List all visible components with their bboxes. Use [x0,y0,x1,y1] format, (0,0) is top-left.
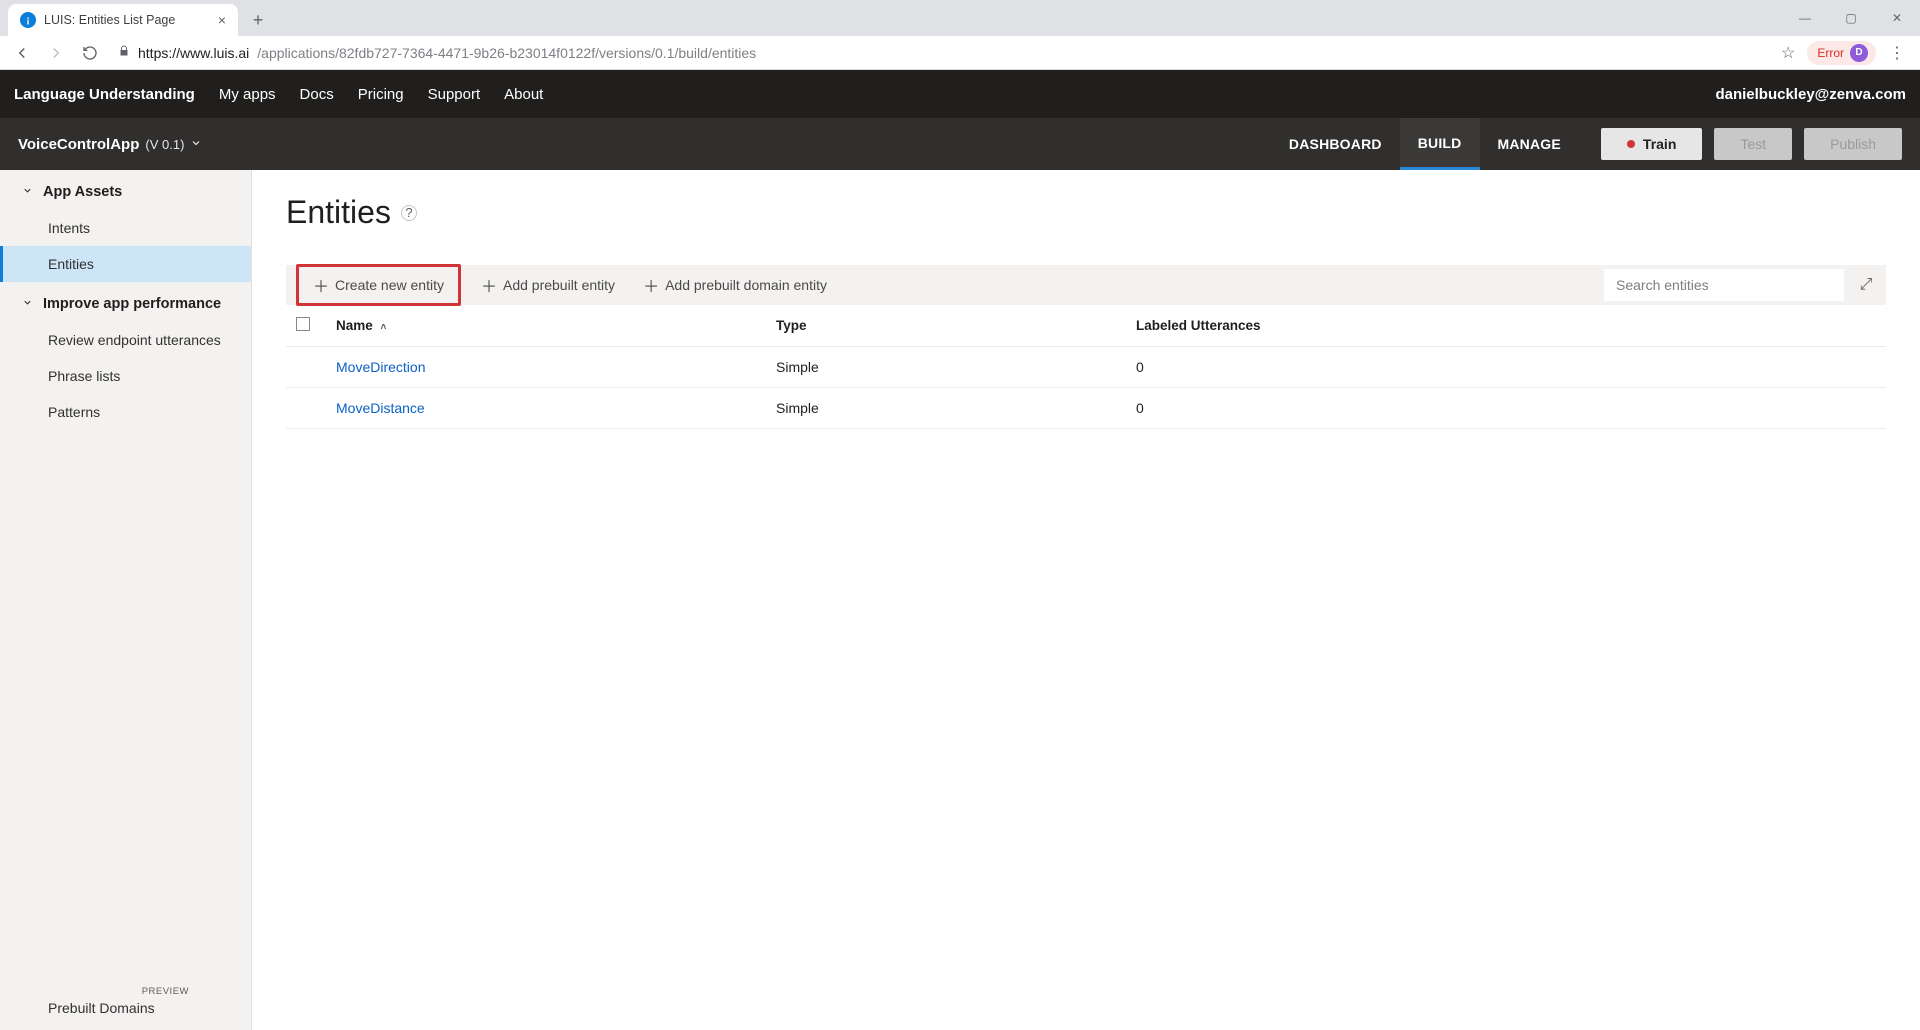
window-controls: ― ▢ ✕ [1782,0,1920,36]
nav-reload-button[interactable] [76,39,104,67]
create-new-entity-button[interactable]: ＋ Create new entity [296,264,461,306]
browser-menu-icon[interactable]: ⋮ [1882,43,1912,63]
address-bar: https://www.luis.ai/applications/82fdb72… [0,36,1920,70]
add-prebuilt-entity-button[interactable]: ＋ Add prebuilt entity [473,269,623,301]
tab-title: LUIS: Entities List Page [44,13,175,27]
sidebar-group-assets-label: App Assets [43,184,122,200]
test-label: Test [1740,136,1766,152]
bookmark-star-icon[interactable]: ☆ [1781,43,1795,63]
address-field[interactable]: https://www.luis.ai/applications/82fdb72… [110,39,1775,67]
app-name-label: VoiceControlApp [18,136,139,153]
sidebar: App Assets Intents Entities Improve app … [0,170,252,1030]
tab-close-icon[interactable]: × [218,12,226,28]
page-title: Entities ? [286,194,1886,231]
column-type-label: Type [776,318,807,333]
add-prebuilt-domain-entity-button[interactable]: ＋ Add prebuilt domain entity [635,269,835,301]
main: App Assets Intents Entities Improve app … [0,170,1920,1030]
column-header-labeled[interactable]: Labeled Utterances [1126,305,1886,347]
topnav-link-support[interactable]: Support [428,86,481,103]
chevron-down-icon [22,297,33,311]
sidebar-item-prebuilt-domains[interactable]: PREVIEW Prebuilt Domains [0,994,251,1030]
user-email[interactable]: danielbuckley@zenva.com [1715,86,1906,103]
sidebar-item-intents[interactable]: Intents [0,210,251,246]
entity-type-cell: Simple [766,347,1126,388]
sidebar-item-patterns[interactable]: Patterns [0,394,251,430]
preview-badge: PREVIEW [142,986,189,997]
toolbar-expand-icon[interactable]: ⤢ [1856,276,1876,294]
train-label: Train [1643,136,1676,152]
url-path: /applications/82fdb727-7364-4471-9b26-b2… [257,45,756,61]
publish-button[interactable]: Publish [1804,128,1902,160]
prebuilt-domains-label: Prebuilt Domains [48,1000,155,1016]
search-entities-input[interactable] [1604,269,1844,301]
nav-forward-button[interactable] [42,39,70,67]
sidebar-group-improve-label: Improve app performance [43,296,221,312]
chevron-down-icon [22,185,33,199]
help-icon[interactable]: ? [401,205,417,221]
table-row[interactable]: MoveDirection Simple 0 [286,347,1886,388]
topnav-link-about[interactable]: About [504,86,543,103]
sidebar-item-phraselists[interactable]: Phrase lists [0,358,251,394]
chevron-down-icon [190,136,202,153]
tab-manage[interactable]: MANAGE [1480,118,1579,170]
brand-label[interactable]: Language Understanding [14,86,195,103]
sort-asc-icon: ˄ [381,322,387,333]
train-status-dot-icon [1627,140,1635,148]
publish-label: Publish [1830,136,1876,152]
window-close-icon[interactable]: ✕ [1874,3,1920,33]
add-prebuilt-domain-entity-label: Add prebuilt domain entity [665,277,827,293]
sub-nav: VoiceControlApp (V 0.1) DASHBOARD BUILD … [0,118,1920,170]
tab-dashboard[interactable]: DASHBOARD [1271,118,1400,170]
train-button[interactable]: Train [1601,128,1702,160]
entities-table: Name ˄ Type Labeled Utterances MoveDirec… [286,305,1886,429]
tab-favicon-icon: ¡ [20,12,36,28]
profile-avatar-icon: D [1850,44,1868,62]
plus-icon: ＋ [313,273,329,297]
extension-error-badge[interactable]: Error D [1807,41,1876,65]
sidebar-group-improve[interactable]: Improve app performance [0,282,251,322]
tab-bar: ¡ LUIS: Entities List Page × + ― ▢ ✕ [0,0,1920,36]
plus-icon: ＋ [481,273,497,297]
content: Entities ? ＋ Create new entity ＋ Add pre… [252,170,1920,1030]
subnav-actions: Train Test Publish [1601,128,1902,160]
app-selector[interactable]: VoiceControlApp (V 0.1) [18,136,202,153]
error-label: Error [1817,46,1844,60]
topnav-link-pricing[interactable]: Pricing [358,86,404,103]
url-host: https://www.luis.ai [138,45,249,61]
entity-name-link[interactable]: MoveDirection [326,347,766,388]
entity-labeled-cell: 0 [1126,347,1886,388]
column-header-type[interactable]: Type [766,305,1126,347]
window-minimize-icon[interactable]: ― [1782,3,1828,33]
browser-tab[interactable]: ¡ LUIS: Entities List Page × [8,4,238,36]
test-button[interactable]: Test [1714,128,1792,160]
nav-back-button[interactable] [8,39,36,67]
column-header-name[interactable]: Name ˄ [326,305,766,347]
topnav-link-myapps[interactable]: My apps [219,86,276,103]
plus-icon: ＋ [643,273,659,297]
entity-labeled-cell: 0 [1126,388,1886,429]
lock-icon [118,45,130,60]
column-name-label: Name [336,318,373,333]
toolbar: ＋ Create new entity ＋ Add prebuilt entit… [286,265,1886,305]
top-nav: Language Understanding My apps Docs Pric… [0,70,1920,118]
entity-name-link[interactable]: MoveDistance [326,388,766,429]
entity-type-cell: Simple [766,388,1126,429]
sidebar-group-assets[interactable]: App Assets [0,170,251,210]
tab-build[interactable]: BUILD [1400,118,1480,170]
add-prebuilt-entity-label: Add prebuilt entity [503,277,615,293]
new-tab-button[interactable]: + [244,6,272,34]
column-labeled-label: Labeled Utterances [1136,318,1261,333]
sidebar-item-review[interactable]: Review endpoint utterances [0,322,251,358]
sidebar-item-entities[interactable]: Entities [0,246,251,282]
select-all-checkbox[interactable] [296,317,310,331]
table-row[interactable]: MoveDistance Simple 0 [286,388,1886,429]
browser-chrome: ¡ LUIS: Entities List Page × + ― ▢ ✕ htt… [0,0,1920,70]
topnav-link-docs[interactable]: Docs [300,86,334,103]
window-maximize-icon[interactable]: ▢ [1828,3,1874,33]
page-title-text: Entities [286,194,391,231]
app-version-label: (V 0.1) [145,137,184,152]
subnav-tabs: DASHBOARD BUILD MANAGE [1271,118,1579,170]
create-new-entity-label: Create new entity [335,277,444,293]
